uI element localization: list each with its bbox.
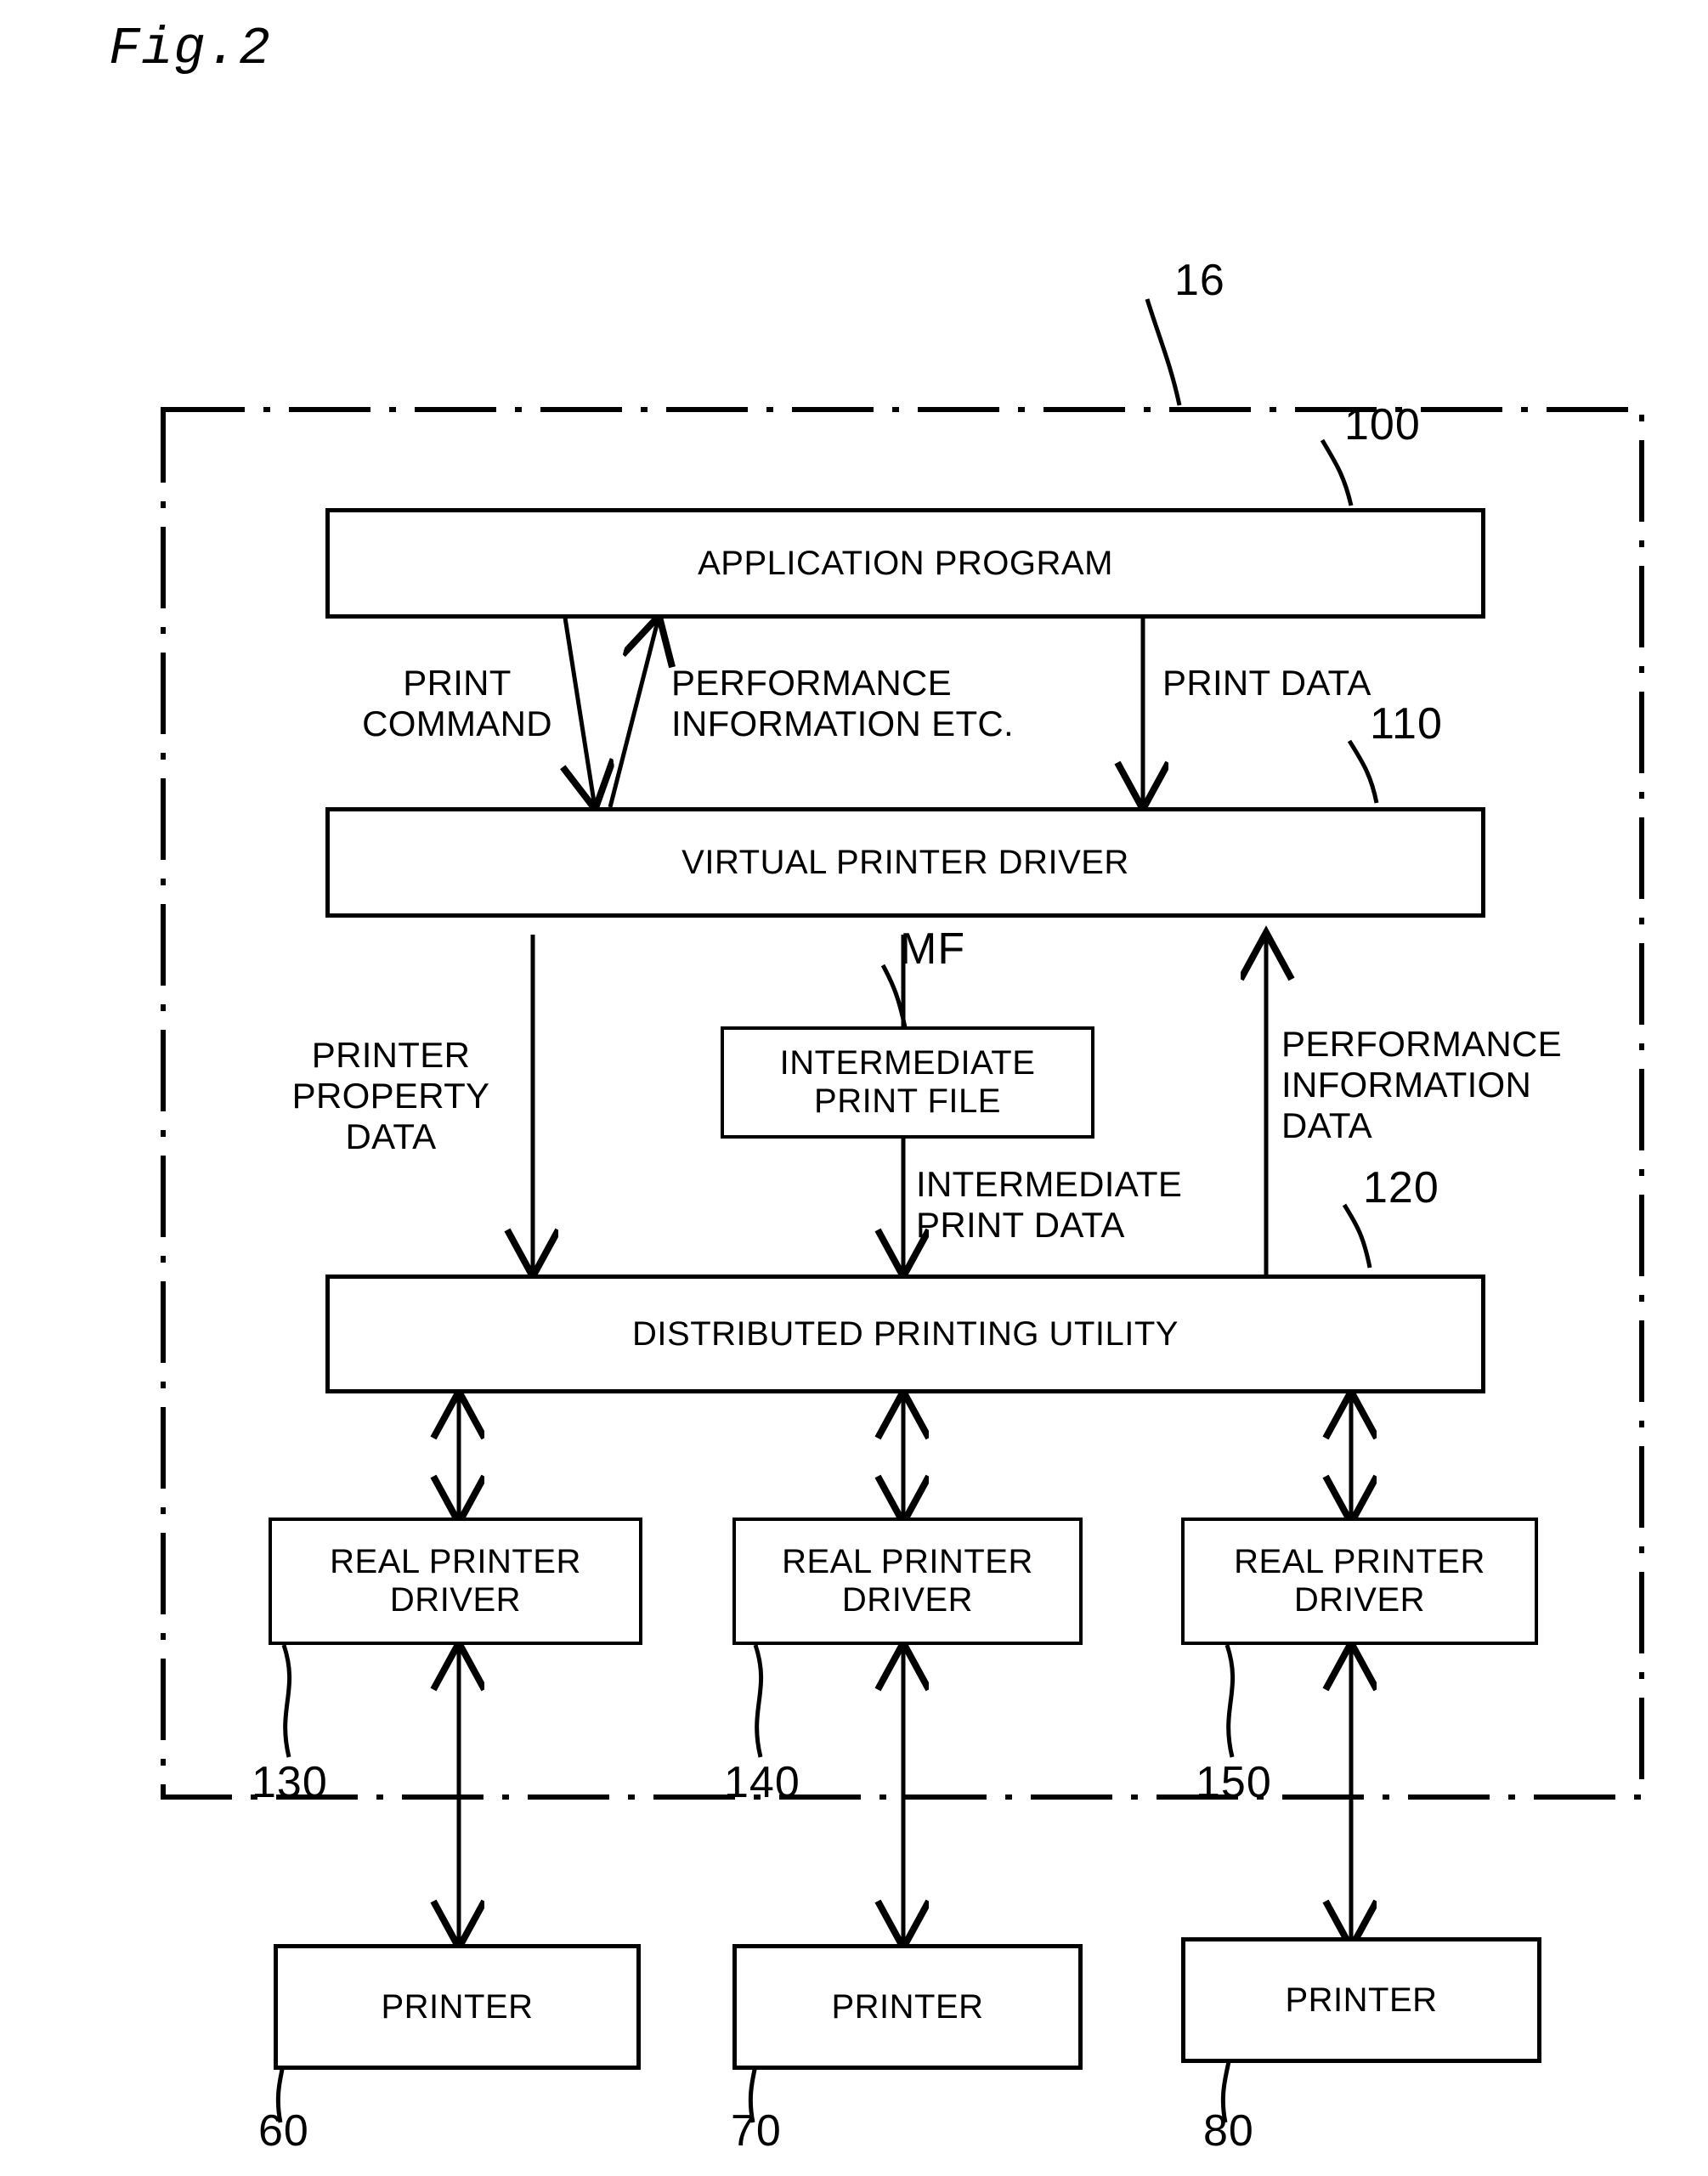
lead-line-140: [753, 1644, 764, 1758]
lead-line-120: [1342, 1203, 1372, 1269]
ref-numeral-16: 16: [1174, 256, 1225, 305]
node-virtual-printer-driver: VIRTUAL PRINTER DRIVER: [325, 807, 1485, 918]
ref-numeral-100: 100: [1344, 400, 1421, 449]
flow-label-print-command: PRINT COMMAND: [362, 663, 552, 743]
lead-line-150: [1224, 1644, 1236, 1758]
figure-page: Fig.2 APPLICATION PROGRAM VIRTUAL PRINTE…: [0, 0, 1708, 2176]
node-real-printer-driver-2: REAL PRINTER DRIVER: [732, 1518, 1083, 1645]
flow-label-performance-information-etc: PERFORMANCE INFORMATION ETC.: [671, 663, 1014, 743]
ref-numeral-120: 120: [1363, 1163, 1439, 1212]
flow-label-intermediate-print-data: INTERMEDIATE PRINT DATA: [916, 1164, 1183, 1245]
ref-numeral-MF: MF: [900, 924, 966, 974]
ref-numeral-130: 130: [252, 1758, 328, 1807]
flow-label-printer-property-data: PRINTER PROPERTY DATA: [291, 1035, 490, 1156]
node-application-program: APPLICATION PROGRAM: [325, 508, 1485, 619]
node-printer-1: PRINTER: [274, 1944, 641, 2070]
node-real-printer-driver-1: REAL PRINTER DRIVER: [269, 1518, 642, 1645]
arrow-print-command: [565, 617, 595, 807]
flow-label-print-data: PRINT DATA: [1162, 663, 1371, 703]
node-distributed-printing-utility: DISTRIBUTED PRINTING UTILITY: [325, 1275, 1485, 1393]
node-printer-3: PRINTER: [1181, 1937, 1541, 2063]
node-real-printer-driver-3: REAL PRINTER DRIVER: [1181, 1518, 1538, 1645]
arrow-performance-information-etc: [608, 618, 659, 808]
node-printer-2: PRINTER: [732, 1944, 1083, 2070]
node-intermediate-print-file: INTERMEDIATE PRINT FILE: [721, 1026, 1094, 1139]
ref-numeral-80: 80: [1203, 2106, 1254, 2156]
ref-numeral-140: 140: [724, 1758, 800, 1807]
ref-numeral-110: 110: [1370, 699, 1443, 749]
ref-numeral-70: 70: [731, 2106, 782, 2156]
lead-line-16: [1145, 298, 1182, 406]
lead-line-110: [1347, 739, 1379, 804]
ref-numeral-150: 150: [1196, 1758, 1272, 1807]
lead-line-130: [281, 1644, 292, 1758]
ref-numeral-60: 60: [258, 2106, 309, 2156]
flow-label-performance-information-data: PERFORMANCE INFORMATION DATA: [1281, 1024, 1562, 1145]
